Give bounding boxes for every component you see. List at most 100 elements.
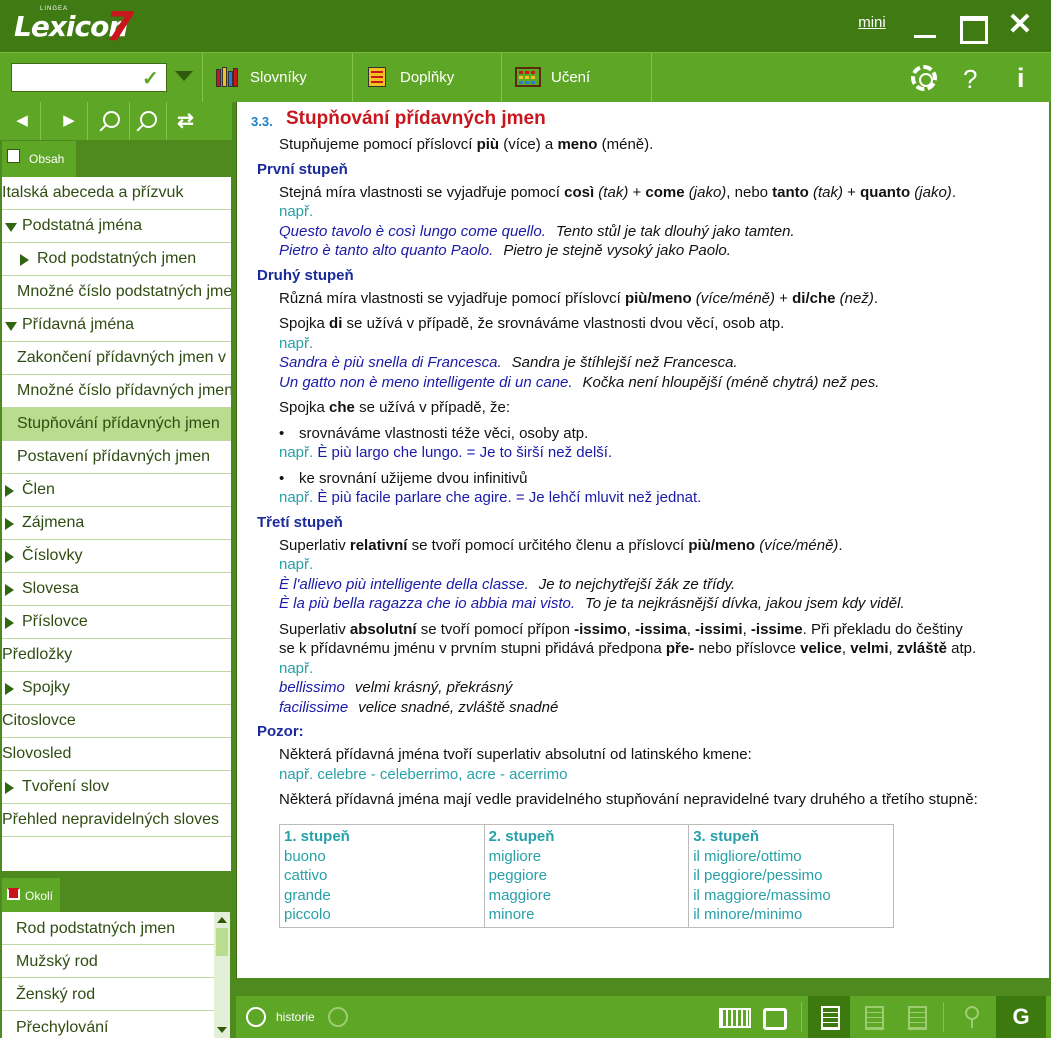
collapsed-arrow-icon[interactable] <box>5 584 14 596</box>
tab-label: Obsah <box>29 152 65 166</box>
sidebar-item[interactable]: Italská abeceda a přízvuk <box>2 177 231 210</box>
sidebar-item[interactable]: Citoslovce <box>2 705 231 738</box>
example-label: např. <box>279 203 314 220</box>
collapsed-arrow-icon[interactable] <box>5 782 14 794</box>
sidebar-item-label: Stupňování přídavných jmen <box>17 415 220 432</box>
search-button[interactable] <box>93 102 130 140</box>
sidebar-item[interactable]: Zakončení přídavných jmen v <box>2 342 231 375</box>
books-icon <box>216 67 238 87</box>
help-icon[interactable]: ? <box>963 64 977 95</box>
sidebar-item[interactable]: Přídavná jména <box>2 309 231 342</box>
history-icon[interactable] <box>246 1007 266 1027</box>
tab-obsah[interactable]: Obsah <box>2 141 76 177</box>
search-input[interactable]: ✓ <box>11 63 167 92</box>
maximize-button[interactable] <box>954 10 988 44</box>
collapsed-arrow-icon[interactable] <box>5 518 14 530</box>
example: např. È più largo che lungo. = Je to šir… <box>279 444 613 461</box>
gear-icon[interactable] <box>911 65 937 91</box>
treti-text: Superlativ relativní se tvoří pomocí urč… <box>279 536 843 554</box>
back-icon: ◀ <box>16 112 28 129</box>
document-view-2-icon[interactable] <box>852 996 894 1038</box>
g-button[interactable]: G <box>996 996 1046 1038</box>
tab-okoli[interactable]: Okolí <box>2 878 60 912</box>
tab-doplnky[interactable]: Doplňky <box>352 53 502 103</box>
heading-pozor: Pozor: <box>257 723 304 740</box>
example: např. È più facile parlare che agire. = … <box>279 489 702 506</box>
expanded-arrow-icon[interactable] <box>5 322 17 331</box>
sidebar-item[interactable]: Člen <box>2 474 231 507</box>
table-row: 2. stupeň migliore peggiore maggiore min… <box>483 824 690 927</box>
example: È la più bella ragazza che io abbia mai … <box>279 595 905 612</box>
tab-label: Doplňky <box>400 69 455 86</box>
sidebar-item[interactable]: Podstatná jména <box>2 210 231 243</box>
druhy-text: Různá míra vlastnosti se vyjadřuje pomoc… <box>279 289 878 307</box>
heading-prvni: První stupeň <box>257 160 348 178</box>
list-item[interactable]: Mužský rod <box>2 945 214 978</box>
mini-mode-button[interactable]: mini <box>852 14 892 46</box>
sync-button[interactable]: ⇄ <box>167 102 204 140</box>
tab-slovniky[interactable]: Slovníky <box>202 53 352 103</box>
magnifier-plus-icon <box>139 111 157 128</box>
sidebar-item-label: Italská abeceda a přízvuk <box>2 184 184 201</box>
sidebar-item[interactable]: Předložky <box>2 639 231 672</box>
absolute-text: se k přídavnému jménu v prvním stupni př… <box>279 640 977 657</box>
sidebar-item[interactable]: Slovosled <box>2 738 231 771</box>
collapsed-arrow-icon[interactable] <box>20 254 29 266</box>
info-icon[interactable]: i <box>1017 63 1025 94</box>
sidebar-item[interactable]: Rod podstatných jmen <box>2 243 231 276</box>
keyboard-icon[interactable] <box>711 996 753 1038</box>
sidebar-item[interactable]: Množné číslo podstatných jmen <box>2 276 231 309</box>
search-dropdown-icon[interactable] <box>175 71 193 81</box>
scroll-thumb[interactable] <box>216 928 228 956</box>
example-label: např. <box>279 659 314 677</box>
sidebar-item[interactable]: Postavení přídavných jmen <box>2 441 231 474</box>
scroll-down-icon[interactable] <box>217 1027 227 1033</box>
example: facilissime velice snadné, zvláště snadné <box>279 698 559 716</box>
sidebar-item-label: Spojky <box>22 679 71 696</box>
list-item[interactable]: Ženský rod <box>2 978 214 1011</box>
status-bar: historie G <box>236 996 1051 1038</box>
collapsed-arrow-icon[interactable] <box>5 485 14 497</box>
scroll-up-icon[interactable] <box>217 917 227 923</box>
table-cell: minore <box>488 906 535 923</box>
bullet-item: ke srovnání užijeme dvou infinitivů <box>251 469 1041 489</box>
abacus-icon <box>515 67 541 87</box>
sidebar-item[interactable]: Zájmena <box>2 507 231 540</box>
list-item[interactable]: Rod podstatných jmen <box>2 912 214 945</box>
sidebar-item[interactable]: Množné číslo přídavných jmen <box>2 375 231 408</box>
table-cell: il maggiore/massimo <box>693 886 831 904</box>
check-icon[interactable]: ✓ <box>142 66 159 91</box>
scrollbar[interactable] <box>214 912 230 1038</box>
forward-button[interactable]: ▶ <box>51 102 88 140</box>
tab-uceni[interactable]: Učení <box>501 53 651 103</box>
back-button[interactable]: ◀ <box>4 102 41 140</box>
sidebar-item[interactable]: Stupňování přídavných jmen <box>2 408 231 441</box>
fulltext-search-button[interactable] <box>130 102 167 140</box>
binoculars-icon[interactable] <box>751 996 793 1038</box>
collapsed-arrow-icon[interactable] <box>5 551 14 563</box>
list-item[interactable]: Přechylování <box>2 1011 214 1038</box>
sidebar-item-label: Člen <box>22 481 55 498</box>
minimize-button[interactable] <box>908 10 942 42</box>
sidebar-item[interactable]: Příslovce <box>2 606 231 639</box>
close-button[interactable]: ✕ <box>1003 10 1037 42</box>
history-label[interactable]: historie <box>276 1010 315 1024</box>
sidebar-item-label: Podstatná jména <box>22 217 143 234</box>
column-header: 2. stupeň <box>488 828 555 845</box>
absolute-text: Superlativ absolutní se tvoří pomocí pří… <box>279 620 963 638</box>
expanded-arrow-icon[interactable] <box>5 223 17 232</box>
di-text: Spojka di se užívá v případě, že srovnáv… <box>279 315 785 332</box>
history-forward-icon[interactable] <box>328 1007 348 1027</box>
collapsed-arrow-icon[interactable] <box>5 683 14 695</box>
sidebar-item[interactable]: Slovesa <box>2 573 231 606</box>
sidebar-item[interactable]: Přehled nepravidelných sloves <box>2 804 231 837</box>
table-cell: buono <box>284 847 326 865</box>
document-view-3-icon[interactable] <box>895 996 937 1038</box>
document-view-icon[interactable] <box>808 996 850 1038</box>
sidebar-item[interactable]: Tvoření slov <box>2 771 231 804</box>
example: např. celebre - celeberrimo, acre - acer… <box>279 765 568 783</box>
sidebar-item[interactable]: Spojky <box>2 672 231 705</box>
sidebar-item[interactable]: Číslovky <box>2 540 231 573</box>
key-icon[interactable] <box>951 996 993 1038</box>
collapsed-arrow-icon[interactable] <box>5 617 14 629</box>
